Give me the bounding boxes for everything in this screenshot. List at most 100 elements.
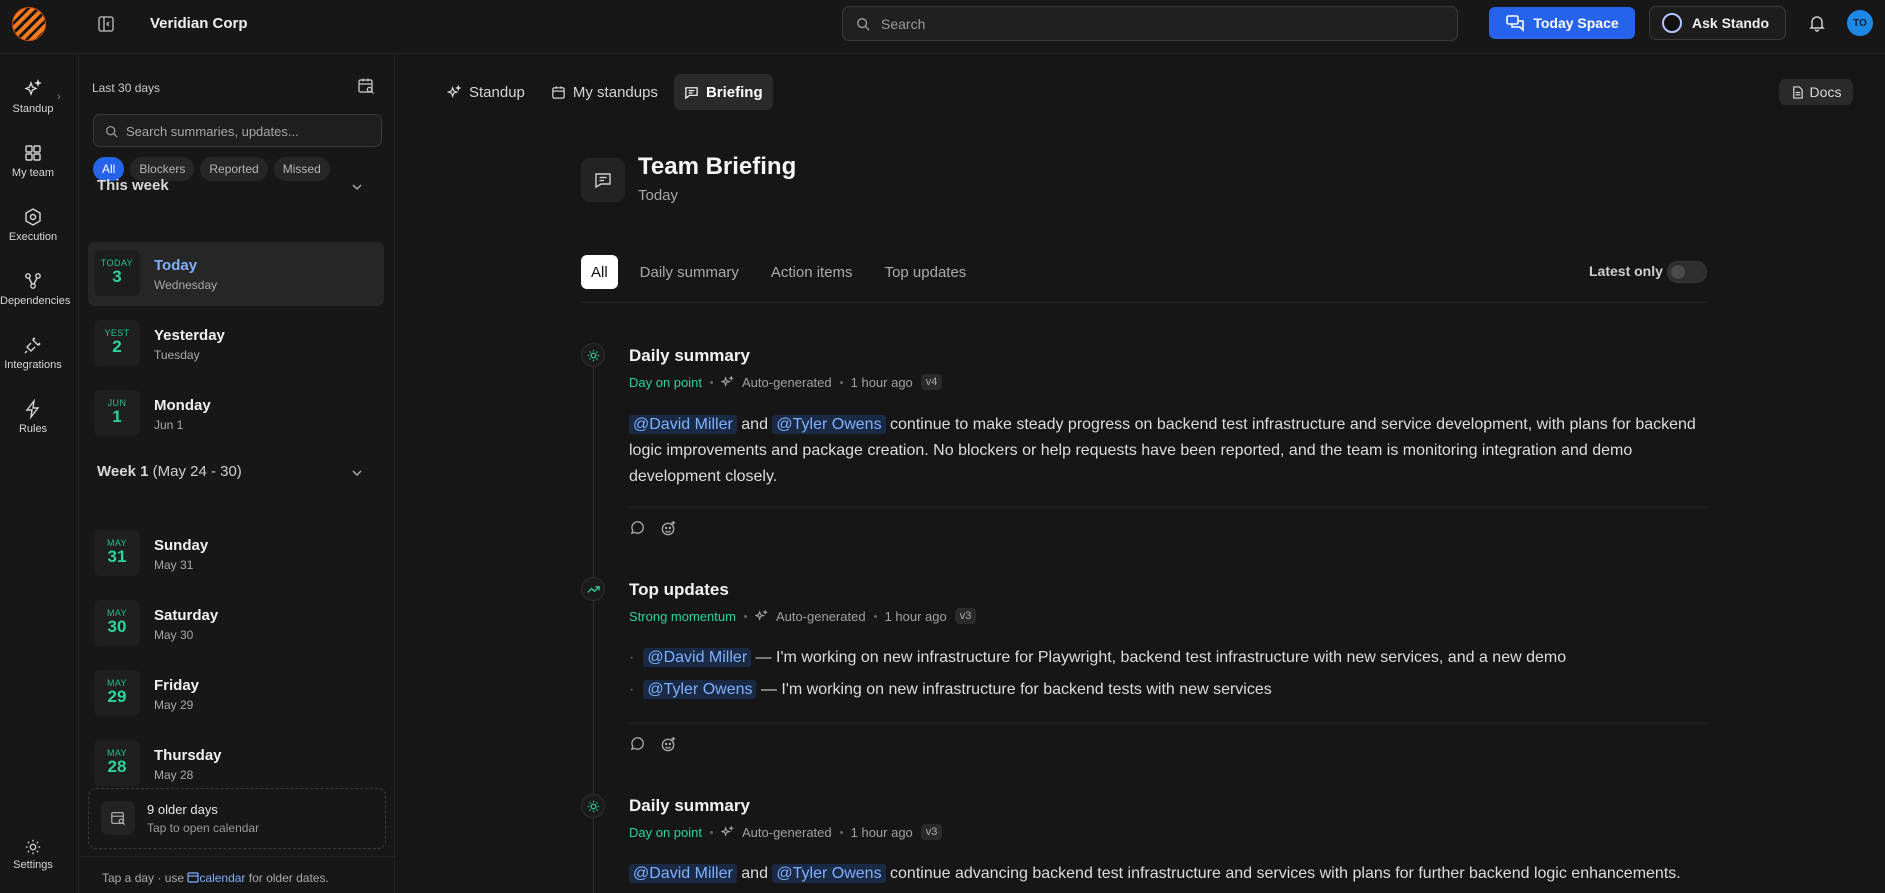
ask-stando-button[interactable]: Ask Stando	[1649, 6, 1786, 40]
add-reaction-icon[interactable]	[660, 736, 677, 753]
page-title: Team Briefing	[638, 153, 797, 180]
global-search[interactable]	[842, 6, 1458, 41]
chevron-down-icon[interactable]	[350, 466, 364, 480]
calendar-search-icon[interactable]	[357, 77, 375, 95]
sparkles-icon	[24, 79, 42, 96]
top-bar: Veridian Corp Today Space Ask Stando TO	[0, 0, 1885, 54]
filter-all[interactable]: All	[581, 255, 618, 289]
update-bullet: · @Tyler Owens — I'm working on new infra…	[629, 680, 1272, 699]
rail-item-settings[interactable]: Settings	[0, 838, 66, 871]
entry-actions	[629, 736, 677, 753]
tab-briefing[interactable]: Briefing	[673, 74, 773, 110]
summary-search-input[interactable]	[126, 121, 376, 141]
date-badge: YEST 2	[94, 320, 140, 366]
entry-title: Daily summary	[629, 796, 750, 815]
bell-icon[interactable]	[1808, 14, 1826, 32]
rail-item-my-team[interactable]: My team	[0, 143, 66, 179]
day-name: Today	[154, 257, 198, 274]
ask-stando-label: Ask Stando	[1692, 15, 1770, 31]
main-tabs: Standup My standups Briefing	[437, 74, 773, 110]
entry-body: @David Miller and @Tyler Owens continue …	[629, 415, 1696, 485]
chip-missed[interactable]: Missed	[273, 157, 330, 181]
day-sub: May 30	[154, 628, 194, 642]
meta-separator	[710, 830, 713, 834]
tab-my-standups[interactable]: My standups	[541, 74, 668, 110]
latest-only-label: Latest only	[1589, 263, 1663, 279]
calendar-icon	[187, 872, 199, 883]
mention[interactable]: @David Miller	[629, 864, 737, 883]
stando-ring-icon	[1662, 13, 1682, 33]
day-item-today[interactable]: TODAY 3 Today Wednesday	[88, 242, 384, 306]
document-icon	[1792, 85, 1803, 99]
sparkles-icon	[447, 84, 462, 98]
chip-reported[interactable]: Reported	[200, 157, 268, 181]
rail-label: Dependencies	[0, 295, 71, 307]
today-space-label: Today Space	[1533, 15, 1619, 31]
day-list-panel: Last 30 days All Blockers Reported Misse…	[80, 55, 395, 893]
rail-item-rules[interactable]: Rules	[0, 399, 66, 435]
calendar-search-icon	[101, 801, 135, 835]
gear-icon	[25, 839, 41, 855]
version-badge: v3	[954, 608, 977, 624]
version-badge: v4	[920, 374, 943, 390]
nav-rail: Standup › My team Execution Dependencies…	[0, 55, 79, 893]
briefing-filters: All Daily summary Action items Top updat…	[581, 255, 976, 289]
meta-separator	[873, 614, 877, 618]
rail-item-dependencies[interactable]: Dependencies	[0, 271, 70, 307]
entry-body: @David Miller and @Tyler Owens continue …	[629, 861, 1709, 887]
mention[interactable]: @Tyler Owens	[643, 680, 757, 699]
meta-separator	[839, 830, 843, 834]
divider	[629, 507, 1707, 508]
day-item-yesterday[interactable]: YEST 2 Yesterday Tuesday	[88, 312, 384, 376]
chevron-right-icon[interactable]: ›	[57, 91, 61, 103]
older-days-button[interactable]: 9 older days Tap to open calendar	[88, 788, 386, 849]
calendar-link[interactable]: calendar	[187, 871, 245, 885]
day-sub: May 29	[154, 698, 194, 712]
comment-icon[interactable]	[629, 520, 646, 537]
summary-search[interactable]	[93, 114, 382, 147]
comment-icon[interactable]	[629, 736, 646, 753]
rail-item-execution[interactable]: Execution	[0, 207, 66, 243]
rail-item-integrations[interactable]: Integrations	[0, 335, 66, 371]
mention[interactable]: @David Miller	[643, 648, 752, 667]
mention[interactable]: @Tyler Owens	[772, 864, 886, 883]
date-badge: MAY 31	[94, 530, 140, 576]
entry-title: Daily summary	[629, 346, 750, 365]
plug-icon	[24, 337, 41, 354]
user-avatar[interactable]: TO	[1847, 10, 1873, 36]
divider	[581, 302, 1707, 303]
latest-only-toggle[interactable]	[1667, 261, 1707, 283]
global-search-input[interactable]	[881, 13, 1441, 35]
older-days-sub: Tap to open calendar	[147, 821, 260, 835]
timestamp: 1 hour ago	[850, 824, 913, 840]
app-logo[interactable]	[12, 7, 46, 41]
today-space-button[interactable]: Today Space	[1489, 7, 1635, 39]
day-item-sunday[interactable]: MAY 31 Sunday May 31	[88, 522, 384, 586]
hexagon-icon	[25, 208, 41, 226]
filter-daily-summary[interactable]: Daily summary	[630, 255, 749, 289]
tab-standup[interactable]: Standup	[437, 74, 535, 110]
day-item-saturday[interactable]: MAY 30 Saturday May 30	[88, 592, 384, 656]
rail-label: Integrations	[4, 359, 62, 371]
sparkles-icon	[721, 825, 734, 837]
entry-meta: Day on point Auto-generated 1 hour ago v…	[629, 824, 943, 840]
org-name[interactable]: Veridian Corp	[150, 15, 248, 32]
day-name: Sunday	[154, 537, 209, 554]
day-sub: Tuesday	[154, 348, 200, 362]
mention[interactable]: @Tyler Owens	[772, 415, 886, 434]
section-week-1[interactable]: Week 1 (May 24 - 30)	[97, 463, 242, 480]
day-item-monday[interactable]: JUN 1 Monday Jun 1	[88, 382, 384, 446]
docs-button[interactable]: Docs	[1779, 79, 1853, 105]
status-label: Day on point	[629, 374, 702, 390]
sidebar-toggle-icon[interactable]	[96, 14, 116, 34]
filter-top-updates[interactable]: Top updates	[875, 255, 977, 289]
timestamp: 1 hour ago	[884, 608, 947, 624]
chevron-down-icon[interactable]	[350, 180, 364, 194]
filter-action-items[interactable]: Action items	[761, 255, 863, 289]
day-item-friday[interactable]: MAY 29 Friday May 29	[88, 662, 384, 726]
day-item-thursday[interactable]: MAY 28 Thursday May 28	[88, 732, 384, 796]
section-this-week[interactable]: This week	[97, 177, 169, 194]
rail-label: Execution	[8, 231, 58, 243]
add-reaction-icon[interactable]	[660, 520, 677, 537]
mention[interactable]: @David Miller	[629, 415, 737, 434]
